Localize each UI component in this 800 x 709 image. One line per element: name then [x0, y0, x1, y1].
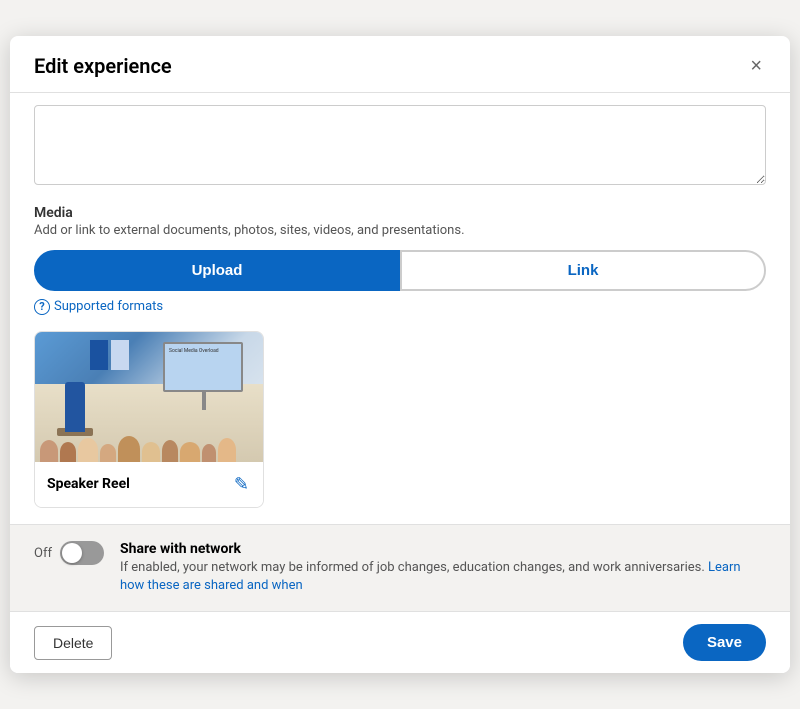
- share-description: If enabled, your network may be informed…: [120, 559, 766, 595]
- modal-body: Media Add or link to external documents,…: [10, 93, 790, 524]
- share-toggle[interactable]: [60, 541, 104, 565]
- media-card: Social Media Overload: [34, 331, 264, 508]
- save-button[interactable]: Save: [683, 624, 766, 661]
- close-button[interactable]: ×: [746, 52, 766, 80]
- description-section: [34, 93, 766, 189]
- modal-footer: Delete Save: [10, 611, 790, 673]
- media-section: Media Add or link to external documents,…: [34, 205, 766, 508]
- toggle-wrapper: Off: [34, 541, 104, 565]
- share-content: Share with network If enabled, your netw…: [120, 541, 766, 595]
- description-textarea[interactable]: [34, 105, 766, 185]
- media-card-footer: Speaker Reel ✎: [35, 462, 263, 507]
- media-label: Media: [34, 205, 766, 221]
- toggle-off-label: Off: [34, 546, 52, 561]
- supported-formats-label: Supported formats: [54, 299, 163, 314]
- share-section: Off Share with network If enabled, your …: [10, 524, 790, 611]
- share-title: Share with network: [120, 541, 766, 557]
- media-card-edit-button[interactable]: ✎: [232, 472, 251, 497]
- media-card-image: Social Media Overload: [35, 332, 263, 462]
- modal-title: Edit experience: [34, 54, 172, 78]
- edit-experience-modal: Edit experience × Media Add or link to e…: [10, 36, 790, 673]
- modal-header: Edit experience ×: [10, 36, 790, 93]
- toggle-knob: [62, 543, 82, 563]
- media-card-title: Speaker Reel: [47, 476, 130, 492]
- delete-button[interactable]: Delete: [34, 626, 112, 660]
- media-buttons: Upload Link: [34, 250, 766, 291]
- supported-formats-link[interactable]: ? Supported formats: [34, 299, 766, 315]
- info-icon: ?: [34, 299, 50, 315]
- link-button[interactable]: Link: [400, 250, 766, 291]
- media-description: Add or link to external documents, photo…: [34, 223, 766, 238]
- upload-button[interactable]: Upload: [34, 250, 400, 291]
